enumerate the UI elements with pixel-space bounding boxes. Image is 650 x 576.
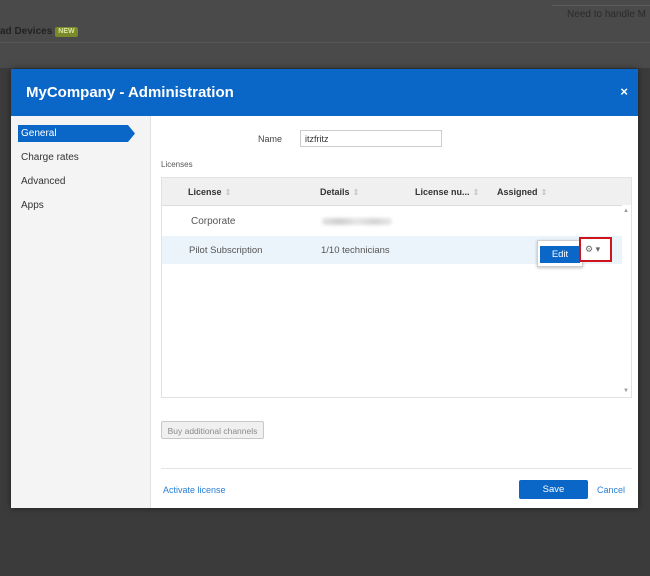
cancel-button[interactable]: Cancel	[597, 485, 625, 495]
sidebar-item-label: General	[21, 128, 57, 139]
table-scrollbar[interactable]: ▲ ▼	[622, 205, 631, 397]
table-header: License ⇕ Details ⇕ License nu... ⇕ Assigne…	[162, 178, 631, 206]
sort-icon: ⇕	[472, 188, 480, 197]
row-actions-highlight: ⚙ ▾	[579, 237, 612, 262]
dialog-header: MyCompany - Administration ×	[11, 69, 638, 116]
scroll-down-icon[interactable]: ▼	[623, 388, 629, 394]
chevron-down-icon: ▾	[595, 244, 601, 254]
licenses-section-label: Licenses	[161, 160, 193, 169]
column-header-label: License	[188, 187, 222, 197]
column-header-details[interactable]: Details ⇕	[320, 187, 359, 197]
name-input[interactable]	[300, 130, 442, 147]
background-devices-label: ad Devices	[0, 26, 53, 37]
sort-icon: ⇕	[224, 188, 232, 197]
background-divider	[552, 0, 650, 6]
save-button[interactable]: Save	[519, 480, 588, 499]
close-icon[interactable]: ×	[620, 85, 628, 99]
background-separator	[0, 42, 650, 43]
column-header-label: Assigned	[497, 187, 538, 197]
license-cell: Pilot Subscription	[189, 245, 263, 256]
sidebar-item-advanced[interactable]: Advanced	[18, 173, 135, 190]
sidebar-item-apps[interactable]: Apps	[18, 197, 135, 214]
dialog-title: MyCompany - Administration	[26, 84, 234, 101]
background-help-text: Need to handle M	[567, 9, 646, 20]
row-actions-button[interactable]: ⚙ ▾	[585, 242, 606, 257]
background-page-header	[0, 0, 650, 68]
table-row[interactable]: Corporate	[162, 207, 622, 235]
scroll-up-icon[interactable]: ▲	[623, 208, 629, 214]
column-header-license[interactable]: License ⇕	[188, 187, 231, 197]
column-header-assigned[interactable]: Assigned ⇕	[497, 187, 547, 197]
column-header-license-number[interactable]: License nu... ⇕	[415, 187, 479, 197]
redacted-details	[322, 218, 392, 225]
license-cell: Corporate	[191, 216, 236, 227]
sidebar-item-general[interactable]: General	[18, 125, 135, 142]
column-header-label: License nu...	[415, 187, 470, 197]
gear-icon: ⚙	[585, 244, 594, 254]
details-cell: 1/10 technicians	[321, 245, 390, 256]
sort-icon: ⇕	[352, 188, 360, 197]
activate-license-link[interactable]: Activate license	[163, 485, 226, 495]
licenses-table: License ⇕ Details ⇕ License nu... ⇕ Assigne…	[161, 177, 632, 398]
sidebar-item-label: Charge rates	[21, 152, 79, 163]
new-badge: NEW	[55, 26, 78, 37]
column-header-label: Details	[320, 187, 350, 197]
background-page-footer	[0, 508, 650, 576]
sidebar-item-label: Apps	[21, 200, 44, 211]
row-actions-menu: Edit	[537, 240, 583, 267]
buy-additional-channels-button[interactable]: Buy additional channels	[161, 421, 264, 439]
footer-divider	[161, 468, 632, 469]
sidebar-item-label: Advanced	[21, 176, 66, 187]
sort-icon: ⇕	[540, 188, 548, 197]
settings-sidebar: General Charge rates Advanced Apps	[11, 116, 151, 508]
background-devices-heading: ad Devices NEW	[0, 26, 78, 37]
edit-menu-item[interactable]: Edit	[540, 246, 580, 263]
sidebar-item-charge-rates[interactable]: Charge rates	[18, 149, 135, 166]
name-field-label: Name	[258, 134, 283, 144]
